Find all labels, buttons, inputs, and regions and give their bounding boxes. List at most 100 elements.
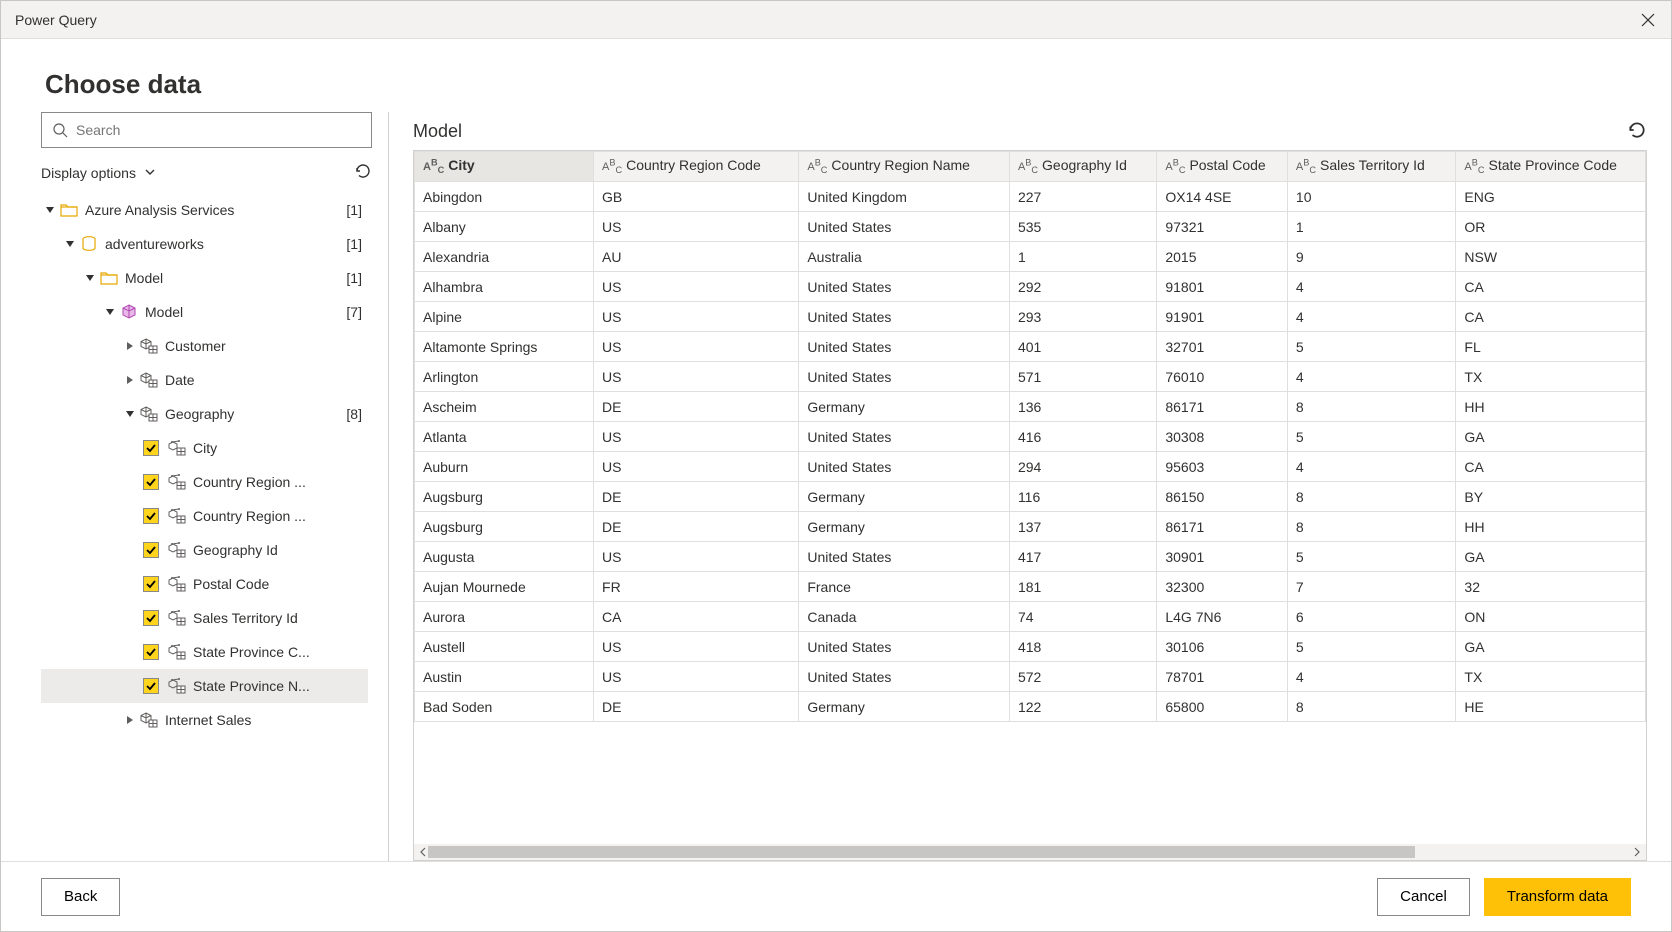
display-options[interactable]: Display options bbox=[41, 162, 372, 183]
expander-icon[interactable] bbox=[43, 203, 57, 217]
table-cell: 136 bbox=[1009, 392, 1156, 422]
checkbox[interactable] bbox=[143, 576, 159, 592]
table-cell: 2015 bbox=[1157, 242, 1288, 272]
table-row[interactable]: AscheimDEGermany136861718HH bbox=[415, 392, 1646, 422]
expander-icon[interactable] bbox=[63, 237, 77, 251]
tree-leaf[interactable]: Sales Territory Id bbox=[41, 601, 368, 635]
table-row[interactable]: AuroraCACanada74L4G 7N66ON bbox=[415, 602, 1646, 632]
table-row[interactable]: AlpineUSUnited States293919014CA bbox=[415, 302, 1646, 332]
table-row[interactable]: Bad SodenDEGermany122658008HE bbox=[415, 692, 1646, 722]
table-row[interactable]: Aujan MournedeFRFrance18132300732 bbox=[415, 572, 1646, 602]
column-header[interactable]: ABCCountry Region Code bbox=[594, 152, 799, 182]
scroll-right-icon[interactable] bbox=[1632, 847, 1642, 857]
expander-icon[interactable] bbox=[83, 271, 97, 285]
search-box[interactable] bbox=[41, 112, 372, 148]
refresh-preview-button[interactable] bbox=[1627, 120, 1647, 143]
tree-node[interactable]: Customer bbox=[41, 329, 368, 363]
cube-icon bbox=[119, 302, 139, 322]
table-row[interactable]: Altamonte SpringsUSUnited States40132701… bbox=[415, 332, 1646, 362]
tree-node[interactable]: Date bbox=[41, 363, 368, 397]
text-type-icon: ABC bbox=[807, 161, 827, 173]
expander-icon[interactable] bbox=[123, 373, 137, 387]
table-row[interactable]: AustinUSUnited States572787014TX bbox=[415, 662, 1646, 692]
table-icon bbox=[139, 336, 159, 356]
tree-leaf[interactable]: State Province N... bbox=[41, 669, 368, 703]
table-row[interactable]: AugustaUSUnited States417309015GA bbox=[415, 542, 1646, 572]
table-cell: Austin bbox=[415, 662, 594, 692]
tree-leaf[interactable]: Country Region ... bbox=[41, 499, 368, 533]
column-header[interactable]: ABCPostal Code bbox=[1157, 152, 1288, 182]
search-input[interactable] bbox=[76, 122, 361, 138]
checkbox[interactable] bbox=[143, 542, 159, 558]
scroll-left-icon[interactable] bbox=[418, 847, 428, 857]
tree-leaf[interactable]: State Province C... bbox=[41, 635, 368, 669]
tree-node-count: [1] bbox=[346, 202, 368, 218]
back-button[interactable]: Back bbox=[41, 878, 120, 916]
table-row[interactable]: AugsburgDEGermany137861718HH bbox=[415, 512, 1646, 542]
table-row[interactable]: AuburnUSUnited States294956034CA bbox=[415, 452, 1646, 482]
table-cell: OR bbox=[1456, 212, 1646, 242]
column-header[interactable]: ABCSales Territory Id bbox=[1287, 152, 1455, 182]
display-options-label: Display options bbox=[41, 165, 136, 181]
table-cell: Bad Soden bbox=[415, 692, 594, 722]
expander-icon[interactable] bbox=[123, 713, 137, 727]
table-row[interactable]: AtlantaUSUnited States416303085GA bbox=[415, 422, 1646, 452]
checkbox[interactable] bbox=[143, 508, 159, 524]
table-cell: Atlanta bbox=[415, 422, 594, 452]
tree-node[interactable]: Internet Sales bbox=[41, 703, 368, 737]
tree-leaf[interactable]: Postal Code bbox=[41, 567, 368, 601]
table-cell: United States bbox=[799, 272, 1010, 302]
column-icon bbox=[167, 608, 187, 628]
table-cell: CA bbox=[1456, 272, 1646, 302]
column-header[interactable]: ABCCity bbox=[415, 152, 594, 182]
tree-leaf[interactable]: City bbox=[41, 431, 368, 465]
table-cell: Alexandria bbox=[415, 242, 594, 272]
table-icon bbox=[139, 370, 159, 390]
column-icon bbox=[167, 506, 187, 526]
horizontal-scrollbar[interactable] bbox=[414, 844, 1646, 860]
table-cell: GB bbox=[594, 182, 799, 212]
checkbox[interactable] bbox=[143, 440, 159, 456]
expander-icon[interactable] bbox=[123, 407, 137, 421]
expander-icon[interactable] bbox=[123, 339, 137, 353]
tree-leaf[interactable]: Country Region ... bbox=[41, 465, 368, 499]
table-row[interactable]: AugsburgDEGermany116861508BY bbox=[415, 482, 1646, 512]
transform-data-button[interactable]: Transform data bbox=[1484, 878, 1631, 916]
table-cell: US bbox=[594, 302, 799, 332]
tree-node[interactable]: Geography[8] bbox=[41, 397, 368, 431]
tree-leaf-label: State Province C... bbox=[193, 644, 368, 660]
checkbox[interactable] bbox=[143, 610, 159, 626]
tree-leaf[interactable]: Geography Id bbox=[41, 533, 368, 567]
tree-node[interactable]: Model[7] bbox=[41, 295, 368, 329]
tree-node[interactable]: Azure Analysis Services[1] bbox=[41, 193, 368, 227]
tree[interactable]: Azure Analysis Services[1]adventureworks… bbox=[41, 193, 372, 861]
table-row[interactable]: AlexandriaAUAustralia120159NSW bbox=[415, 242, 1646, 272]
scrollbar-track[interactable] bbox=[428, 846, 1632, 858]
table-row[interactable]: AustellUSUnited States418301065GA bbox=[415, 632, 1646, 662]
column-header[interactable]: ABCState Province Code bbox=[1456, 152, 1646, 182]
table-row[interactable]: AbingdonGBUnited Kingdom227OX14 4SE10ENG bbox=[415, 182, 1646, 212]
table-cell: 30308 bbox=[1157, 422, 1288, 452]
tree-node[interactable]: adventureworks[1] bbox=[41, 227, 368, 261]
checkbox[interactable] bbox=[143, 678, 159, 694]
table-icon bbox=[139, 710, 159, 730]
table-row[interactable]: AlbanyUSUnited States535973211OR bbox=[415, 212, 1646, 242]
tree-leaf-label: Postal Code bbox=[193, 576, 368, 592]
column-header[interactable]: ABCCountry Region Name bbox=[799, 152, 1010, 182]
text-type-icon: ABC bbox=[1464, 161, 1484, 173]
tree-node[interactable]: Model[1] bbox=[41, 261, 368, 295]
table-cell: NSW bbox=[1456, 242, 1646, 272]
refresh-tree-button[interactable] bbox=[354, 162, 372, 183]
checkbox[interactable] bbox=[143, 474, 159, 490]
preview-table-scroll[interactable]: ABCCityABCCountry Region CodeABCCountry … bbox=[414, 151, 1646, 844]
table-cell: US bbox=[594, 332, 799, 362]
table-row[interactable]: ArlingtonUSUnited States571760104TX bbox=[415, 362, 1646, 392]
table-row[interactable]: AlhambraUSUnited States292918014CA bbox=[415, 272, 1646, 302]
close-button[interactable] bbox=[1639, 11, 1657, 29]
scrollbar-thumb[interactable] bbox=[428, 846, 1415, 858]
expander-icon[interactable] bbox=[103, 305, 117, 319]
table-cell: United States bbox=[799, 542, 1010, 572]
checkbox[interactable] bbox=[143, 644, 159, 660]
cancel-button[interactable]: Cancel bbox=[1377, 878, 1470, 916]
column-header[interactable]: ABCGeography Id bbox=[1009, 152, 1156, 182]
